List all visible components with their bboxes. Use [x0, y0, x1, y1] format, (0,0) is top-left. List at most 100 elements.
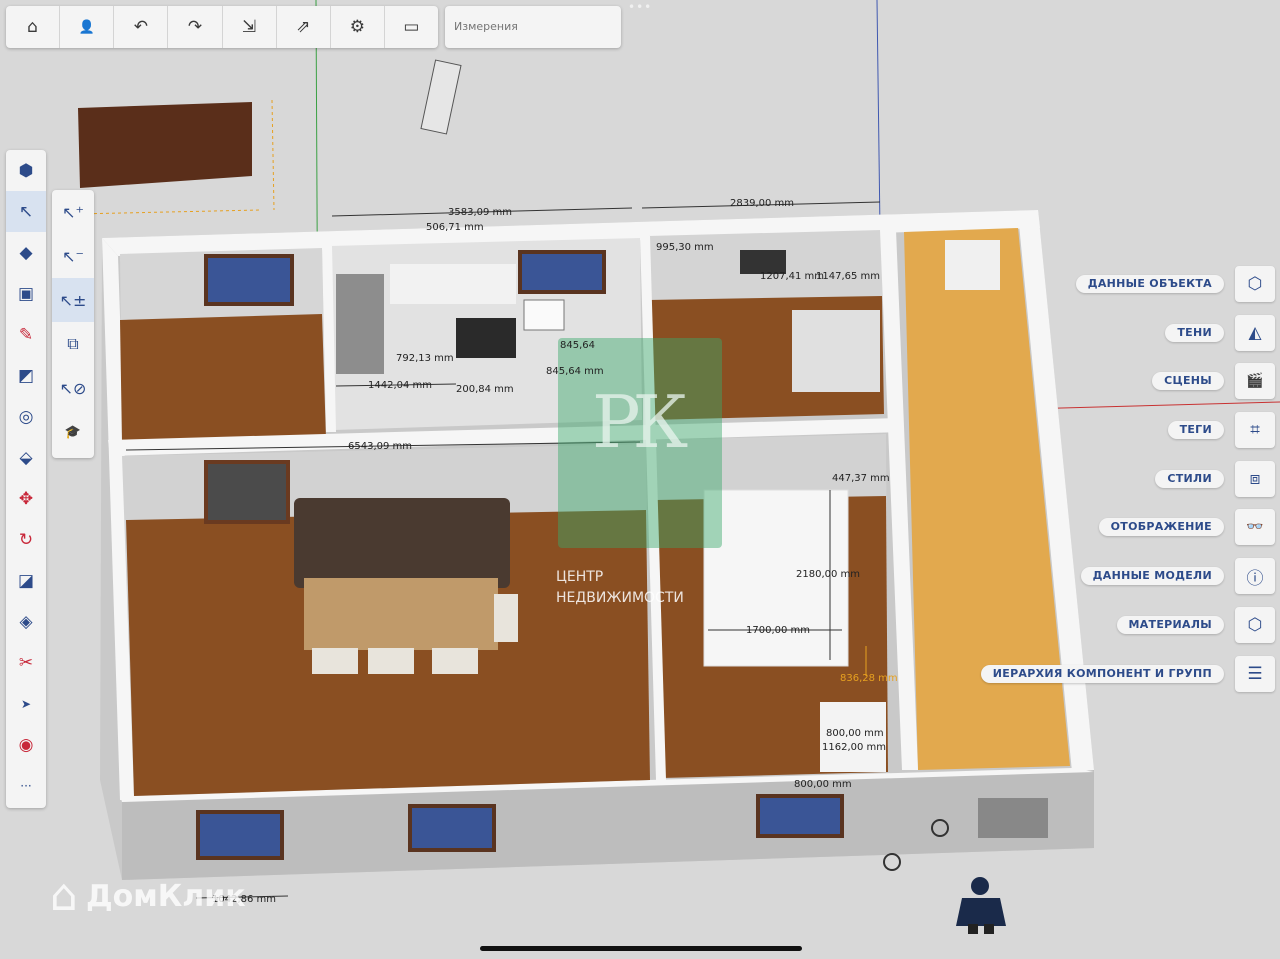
rectangle-tool[interactable]: ◩ [6, 355, 46, 396]
scale-icon: ◪ [17, 570, 35, 591]
dining-table [304, 578, 498, 650]
undo-button[interactable]: ↶ [114, 6, 169, 48]
redo-button[interactable]: ↷ [168, 6, 223, 48]
dimension-label: 1207,41 mm [760, 271, 825, 282]
move-icon: ✥ [18, 488, 34, 509]
account-button[interactable]: 👤 [60, 6, 115, 48]
eraser-icon: ◆ [19, 242, 33, 263]
hexagon-outline-icon: ⬡ [1247, 274, 1263, 294]
left-toolbar: ⬢ ↖ ◆ ▣ ✎ ◩ ◎ ⬙ ✥ ↻ ◪ ◈ ✂ ➤ ◉ ··· [6, 150, 46, 808]
panel-label-tags[interactable]: ТЕГИ [1167, 421, 1224, 439]
home-button[interactable]: ⌂ [6, 6, 61, 48]
display-button[interactable]: 👓 [1235, 509, 1275, 545]
outliner-button[interactable]: ☰ [1235, 656, 1275, 692]
panel-label-entity-info[interactable]: ДАННЫЕ ОБЪЕКТА [1075, 275, 1224, 293]
cursor-icon: ↖ [18, 201, 34, 222]
export-icon: ⇗ [296, 17, 311, 37]
shadows-button[interactable]: ◭ [1235, 315, 1275, 351]
fridge [336, 274, 384, 374]
dimension-label: 447,37 mm [832, 473, 890, 484]
domclick-watermark: ⌂ ДомКлик [50, 870, 246, 921]
section-tool[interactable]: ◉ [6, 724, 46, 765]
dimension-label: 800,00 mm [794, 779, 852, 790]
object-info-tool[interactable]: ⬢ [6, 150, 46, 191]
top-toolbar: ⌂ 👤 ↶ ↷ ⇲ ⇗ ⚙ ▭ [6, 6, 438, 48]
select-cubes-icon: ⧉ [67, 334, 79, 353]
info-icon: ⓘ [1246, 568, 1264, 589]
move-tool[interactable]: ✥ [6, 478, 46, 519]
cabinet [792, 310, 880, 392]
model-viewport[interactable] [0, 0, 1280, 959]
dimension-label: 995,30 mm [656, 242, 714, 253]
more-tools[interactable]: ··· [6, 765, 46, 806]
panel-label-shadows[interactable]: ТЕНИ [1165, 324, 1224, 342]
select-none-tool[interactable]: ↖⊘ [52, 366, 94, 410]
measurements-input[interactable] [452, 19, 616, 34]
undo-icon: ↶ [133, 17, 148, 37]
home-indicator[interactable] [480, 946, 802, 951]
import-icon: ⇲ [241, 17, 257, 37]
view-button[interactable]: ▭ [385, 6, 438, 48]
learn-tool[interactable]: 🎓 [52, 410, 94, 454]
window [204, 254, 294, 306]
select-add-icon: ↖⁺ [62, 202, 84, 222]
dimension-label: 1442,04 mm [368, 380, 433, 391]
paint-tool[interactable]: ◈ [6, 601, 46, 642]
panel-label-scenes[interactable]: СЦЕНЫ [1152, 372, 1224, 390]
cursor-small-icon: ➤ [20, 696, 32, 711]
rotate-tool[interactable]: ↻ [6, 519, 46, 560]
select-toggle-tool[interactable]: ↖± [52, 278, 94, 322]
select-subtract-tool[interactable]: ↖⁻ [52, 234, 94, 278]
stove [456, 318, 516, 358]
dimension-label: 1147,65 mm [816, 271, 881, 282]
settings-button[interactable]: ⚙ [331, 6, 385, 48]
export-button[interactable]: ⇗ [277, 6, 331, 48]
cubes-icon: ⧈ [1249, 469, 1261, 489]
floating-panel [420, 59, 462, 135]
glasses-icon: 👓 [1246, 519, 1264, 535]
graduation-cap-icon: 🎓 [64, 424, 82, 440]
pencil-tool[interactable]: ✎ [6, 314, 46, 355]
dimension-label: 200,84 mm [456, 384, 514, 395]
gear-icon: ⚙ [349, 17, 365, 37]
ellipsis-icon: ··· [20, 778, 32, 793]
circle-tool[interactable]: ◎ [6, 396, 46, 437]
scenes-button[interactable]: 🎬 [1235, 363, 1275, 399]
box-tool[interactable]: ▣ [6, 273, 46, 314]
materials-button[interactable]: ⬡ [1235, 607, 1275, 643]
dimension-label: 3583,09 mm [448, 207, 513, 218]
user-icon: 👤 [78, 19, 95, 35]
tags-button[interactable]: ⌗ [1235, 412, 1275, 448]
panel-label-styles[interactable]: СТИЛИ [1155, 470, 1224, 488]
domclick-logo-icon: ⌂ [50, 870, 78, 921]
panel-label-model-info[interactable]: ДАННЫЕ МОДЕЛИ [1080, 567, 1224, 585]
rotate-icon: ↻ [18, 529, 34, 550]
dimension-label: 792,13 mm [396, 353, 454, 364]
push-pull-tool[interactable]: ⬙ [6, 437, 46, 478]
panel-label-display[interactable]: ОТОБРАЖЕНИЕ [1098, 518, 1224, 536]
dimension-label: 6543,09 mm [348, 441, 413, 452]
panel-label-outliner[interactable]: ИЕРАРХИЯ КОМПОНЕНТ И ГРУПП [980, 665, 1224, 683]
dimension-label: 836,28 mm [840, 673, 898, 684]
select-tool[interactable]: ↖ [6, 191, 46, 232]
eraser-tool[interactable]: ◆ [6, 232, 46, 273]
select-all-tool[interactable]: ⧉ [52, 322, 94, 366]
push-pull-icon: ⬙ [19, 447, 33, 468]
watermark-logo-text: РК [592, 380, 688, 464]
orbit-tool[interactable]: ➤ [6, 683, 46, 724]
scale-tool[interactable]: ◪ [6, 560, 46, 601]
overflow-handle[interactable]: ••• [628, 0, 652, 14]
measurements-box[interactable] [445, 6, 621, 48]
target-icon: ◉ [18, 734, 34, 755]
styles-button[interactable]: ⧈ [1235, 461, 1275, 497]
dimension-label: 1162,00 mm [822, 742, 887, 753]
select-none-icon: ↖⊘ [59, 378, 87, 398]
watermark-line2: НЕДВИЖИМОСТИ [556, 590, 684, 606]
select-add-tool[interactable]: ↖⁺ [52, 190, 94, 234]
import-button[interactable]: ⇲ [223, 6, 277, 48]
model-info-button[interactable]: ⓘ [1235, 558, 1275, 594]
panel-label-materials[interactable]: МАТЕРИАЛЫ [1116, 616, 1224, 634]
cube-icon: ▣ [17, 283, 35, 304]
tape-measure-tool[interactable]: ✂ [6, 642, 46, 683]
entity-info-button[interactable]: ⬡ [1235, 266, 1275, 302]
